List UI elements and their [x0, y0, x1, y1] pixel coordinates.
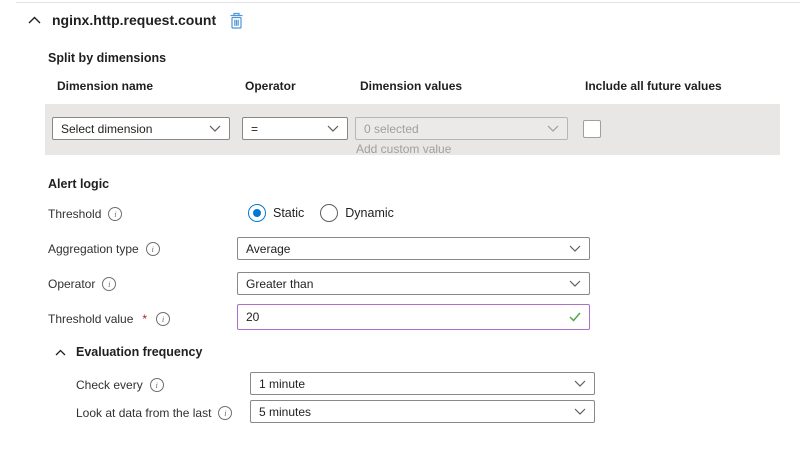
info-icon[interactable]: i [102, 277, 116, 291]
look-back-label: Look at data from the last [76, 406, 211, 420]
chevron-down-icon [569, 280, 581, 287]
split-by-dimensions-heading: Split by dimensions [48, 51, 166, 65]
column-header-operator: Operator [245, 79, 296, 93]
include-all-future-values-checkbox[interactable] [583, 120, 601, 138]
evaluation-frequency-heading: Evaluation frequency [76, 345, 202, 359]
threshold-value-input[interactable] [238, 310, 569, 324]
add-custom-value-link[interactable]: Add custom value [356, 142, 451, 156]
static-radio[interactable] [248, 204, 266, 222]
dimension-operator-dropdown[interactable]: = [242, 117, 348, 140]
threshold-value-field [237, 304, 590, 330]
delete-metric-trash-icon[interactable] [229, 12, 244, 29]
operator-dropdown[interactable]: Greater than [237, 272, 590, 295]
aggregation-type-label-row: Aggregation type i [48, 242, 160, 256]
collapse-metric-chevron-up-icon[interactable] [28, 16, 41, 24]
dimension-operator-dropdown-value: = [251, 122, 258, 136]
check-every-label-row: Check every i [76, 378, 164, 392]
alert-condition-panel: nginx.http.request.count Split by dimens… [0, 0, 800, 454]
chevron-down-icon [569, 245, 581, 252]
column-header-dimension-values: Dimension values [360, 79, 462, 93]
chevron-down-icon [327, 125, 339, 132]
operator-label: Operator [48, 277, 95, 291]
aggregation-type-label: Aggregation type [48, 242, 139, 256]
threshold-radio-group: Static Dynamic [248, 204, 394, 222]
metric-title: nginx.http.request.count [52, 12, 216, 28]
alert-logic-heading: Alert logic [48, 177, 109, 191]
info-icon[interactable]: i [108, 207, 122, 221]
dimension-name-dropdown-value: Select dimension [61, 122, 152, 136]
threshold-value-label-row: Threshold value * i [48, 312, 170, 326]
static-radio-label[interactable]: Static [273, 206, 304, 220]
check-every-label: Check every [76, 378, 143, 392]
info-icon[interactable]: i [150, 378, 164, 392]
check-every-dropdown[interactable]: 1 minute [250, 372, 595, 395]
look-back-dropdown-value: 5 minutes [259, 405, 311, 419]
operator-dropdown-value: Greater than [246, 277, 313, 291]
operator-label-row: Operator i [48, 277, 116, 291]
required-asterisk: * [142, 312, 147, 326]
dimension-values-dropdown[interactable]: 0 selected [355, 117, 568, 140]
collapse-evaluation-frequency-chevron-up-icon[interactable] [55, 349, 66, 356]
info-icon[interactable]: i [218, 406, 232, 420]
check-every-dropdown-value: 1 minute [259, 377, 305, 391]
chevron-down-icon [574, 408, 586, 415]
chevron-down-icon [547, 125, 559, 132]
dimension-values-dropdown-value: 0 selected [364, 122, 419, 136]
info-icon[interactable]: i [156, 312, 170, 326]
chevron-down-icon [209, 125, 221, 132]
look-back-dropdown[interactable]: 5 minutes [250, 400, 595, 423]
aggregation-type-dropdown[interactable]: Average [237, 237, 590, 260]
chevron-down-icon [574, 380, 586, 387]
threshold-label: Threshold [48, 207, 101, 221]
column-header-dimension-name: Dimension name [57, 79, 153, 93]
dimension-name-dropdown[interactable]: Select dimension [52, 117, 230, 140]
aggregation-type-dropdown-value: Average [246, 242, 290, 256]
dynamic-radio[interactable] [320, 204, 338, 222]
valid-checkmark-icon [569, 312, 581, 322]
threshold-value-label: Threshold value [48, 312, 133, 326]
column-header-include-future-values: Include all future values [585, 79, 722, 93]
dynamic-radio-label[interactable]: Dynamic [345, 206, 394, 220]
look-back-label-row: Look at data from the last i [76, 406, 232, 420]
info-icon[interactable]: i [146, 242, 160, 256]
top-divider [16, 2, 800, 3]
threshold-label-row: Threshold i [48, 207, 122, 221]
